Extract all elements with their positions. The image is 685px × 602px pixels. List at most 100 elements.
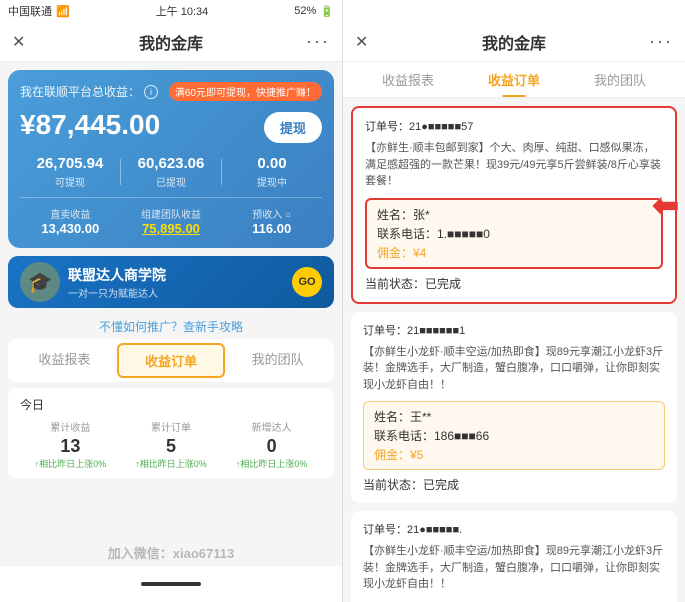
- promo-badge[interactable]: 满60元即可提现，快捷推广赚！: [169, 82, 322, 101]
- watermark-left: 加入微信：xiao67113: [0, 543, 342, 562]
- order-wrapper-1: 订单号：21●■■■■■57 【亦鲜生·顺丰包邮到家】个大、肉厚、纯甜、口感似果…: [351, 106, 677, 304]
- inprogress-amount: 0.00: [222, 155, 322, 172]
- academy-banner[interactable]: 🎓 联盟达人商学院 一对一只为赋能达人 GO: [8, 256, 334, 308]
- order-id-2: 订单号：21■■■■■■1: [363, 322, 665, 338]
- customer-phone-2: 联系电话：186■■■66: [374, 427, 654, 444]
- red-arrow-icon: ⬅: [652, 186, 679, 224]
- order-card-1: 订单号：21●■■■■■57 【亦鲜生·顺丰包邮到家】个大、肉厚、纯甜、口感似果…: [351, 106, 677, 304]
- status-bar-left: 中国联通 📶 上午 10:34 52% 🔋: [0, 0, 342, 22]
- more-menu-left[interactable]: ···: [306, 31, 330, 52]
- commission-1: 佣金：¥4: [377, 244, 651, 261]
- withdraw-button[interactable]: 提现: [264, 112, 322, 143]
- orders-list: 订单号：21●■■■■■57 【亦鲜生·顺丰包邮到家】个大、肉厚、纯甜、口感似果…: [343, 98, 685, 602]
- carrier-text: 中国联通: [8, 3, 52, 19]
- stats-section: 今日 累计收益 13 ↑相比昨日上涨0% 累计订单 5 ↑相比昨日上涨0% 新增…: [8, 388, 334, 478]
- withdrawable-label: 可提现: [20, 174, 120, 189]
- total-amount: ¥87,445.00: [20, 109, 160, 141]
- status-text-2: 当前状态：已完成: [363, 478, 459, 492]
- helper-link-text[interactable]: 新手攻略: [195, 320, 243, 334]
- commission-2: 佣金：¥5: [374, 446, 654, 463]
- direct-val: 13,430.00: [26, 221, 115, 236]
- tab-my-team[interactable]: 我的团队: [225, 343, 330, 378]
- right-tab-orders[interactable]: 收益订单: [461, 62, 567, 97]
- order-desc-2: 【亦鲜生小龙虾·顺丰空运/加热即食】现89元享潮江小龙虾3斤装！金牌选手，大厂制…: [363, 344, 665, 394]
- status-bar-right: [343, 0, 685, 22]
- order-id-3: 订单号：21●■■■■■.: [363, 521, 665, 537]
- earnings-row: 直卖收益 13,430.00 组建团队收益 75,895.00 预收入 ○ 11…: [20, 197, 322, 236]
- inprogress-label: 提现中: [222, 174, 322, 189]
- withdrawable-item: 26,705.94 可提现: [20, 155, 120, 189]
- page-title-left: 我的金库: [139, 30, 203, 54]
- battery-icon: 🔋: [320, 5, 334, 18]
- main-earnings-card: 我在联顺平台总收益： i 满60元即可提现，快捷推广赚！ ¥87,445.00 …: [8, 70, 334, 248]
- customer-name-2: 姓名：王**: [374, 408, 654, 425]
- tab-bar-right: 收益报表 收益订单 我的团队: [343, 62, 685, 98]
- stat-val-2: 0: [221, 436, 322, 457]
- bottom-nav-left: [0, 566, 342, 602]
- stat-cumulative-earnings: 累计收益 13 ↑相比昨日上涨0%: [20, 419, 121, 470]
- stat-change-1: ↑相比昨日上涨0%: [121, 457, 222, 470]
- withdrawn-amount: 60,623.06: [121, 155, 221, 172]
- banner-icon: 🎓: [20, 262, 60, 302]
- stat-cumulative-orders: 累计订单 5 ↑相比昨日上涨0%: [121, 419, 222, 470]
- helper-link: 不懂如何推广？查新手攻略: [0, 318, 342, 335]
- withdrawn-item: 60,623.06 已提现: [121, 155, 221, 189]
- inprogress-item: 0.00 提现中: [222, 155, 322, 189]
- reserved-val: 116.00: [227, 221, 316, 236]
- status-text-1: 当前状态：已完成: [365, 277, 461, 291]
- direct-earnings: 直卖收益 13,430.00: [26, 206, 115, 236]
- page-title-right: 我的金库: [482, 30, 546, 54]
- stat-change-2: ↑相比昨日上涨0%: [221, 457, 322, 470]
- stat-lbl-2: 新增达人: [221, 419, 322, 434]
- stat-val-1: 5: [121, 436, 222, 457]
- left-panel: 中国联通 📶 上午 10:34 52% 🔋 ✕ 我的金库 ··· 我在联顺平台总…: [0, 0, 342, 602]
- stat-new-talent: 新增达人 0 ↑相比昨日上涨0%: [221, 419, 322, 470]
- platform-label: 我在联顺平台总收益：: [20, 83, 140, 100]
- today-label: 今日: [20, 396, 322, 413]
- top-nav-right: ✕ 我的金库 ···: [343, 22, 685, 62]
- order-id-1: 订单号：21●■■■■■57: [365, 118, 663, 134]
- right-tab-team[interactable]: 我的团队: [567, 62, 673, 97]
- battery-display: 52% 🔋: [294, 5, 334, 18]
- team-label: 组建团队收益: [127, 206, 216, 221]
- order-card-2: 订单号：21■■■■■■1 【亦鲜生小龙虾·顺丰空运/加热即食】现89元享潮江小…: [351, 312, 677, 504]
- status-2: 当前状态：已完成: [363, 476, 665, 493]
- banner-subtitle: 一对一只为赋能达人: [68, 285, 166, 300]
- carrier-wifi: 中国联通 📶: [8, 3, 70, 19]
- reserved-earnings: 预收入 ○ 116.00: [227, 206, 316, 236]
- stat-change-0: ↑相比昨日上涨0%: [20, 457, 121, 470]
- customer-info-2: 姓名：王** 联系电话：186■■■66 佣金：¥5: [363, 401, 665, 470]
- wifi-icon: 📶: [56, 5, 70, 18]
- tab-earnings-report[interactable]: 收益报表: [12, 343, 117, 378]
- banner-go-button[interactable]: GO: [292, 267, 322, 297]
- order-desc-1: 【亦鲜生·顺丰包邮到家】个大、肉厚、纯甜、口感似果冻，满足感超强的一款芒果！现3…: [365, 140, 663, 190]
- stat-val-0: 13: [20, 436, 121, 457]
- customer-phone-1: 联系电话：1.■■■■■0: [377, 225, 651, 242]
- more-menu-right[interactable]: ···: [649, 31, 673, 52]
- banner-title: 联盟达人商学院: [68, 265, 166, 285]
- withdrawn-label: 已提现: [121, 174, 221, 189]
- team-earnings: 组建团队收益 75,895.00: [127, 206, 216, 236]
- tab-bar-left: 收益报表 收益订单 我的团队: [8, 339, 334, 382]
- right-tab-report[interactable]: 收益报表: [355, 62, 461, 97]
- stat-lbl-1: 累计订单: [121, 419, 222, 434]
- tab-earnings-orders[interactable]: 收益订单: [117, 343, 226, 378]
- order-desc-3: 【亦鲜生小龙虾·顺丰空运/加热即食】现89元享潮江小龙虾3斤装！金牌选手，大厂制…: [363, 543, 665, 593]
- direct-label: 直卖收益: [26, 206, 115, 221]
- balance-row: 26,705.94 可提现 60,623.06 已提现 0.00 提现中: [20, 155, 322, 189]
- helper-text-pre: 不懂如何推广？查: [99, 320, 195, 334]
- time-display: 上午 10:34: [156, 3, 209, 19]
- reserved-label: 预收入 ○: [227, 206, 316, 221]
- withdrawable-amount: 26,705.94: [20, 155, 120, 172]
- customer-info-1: 姓名：张* 联系电话：1.■■■■■0 佣金：¥4: [365, 198, 663, 269]
- stat-lbl-0: 累计收益: [20, 419, 121, 434]
- close-button-left[interactable]: ✕: [12, 32, 25, 52]
- order-card-3: 订单号：21●■■■■■. 【亦鲜生小龙虾·顺丰空运/加热即食】现89元享潮江小…: [351, 511, 677, 602]
- home-indicator: [141, 582, 201, 586]
- battery-text: 52%: [294, 5, 316, 17]
- close-button-right[interactable]: ✕: [355, 32, 368, 52]
- customer-name-1: 姓名：张*: [377, 206, 651, 223]
- right-panel: ✕ 我的金库 ··· 收益报表 收益订单 我的团队 订单号：21●■■■■■57…: [342, 0, 685, 602]
- info-icon[interactable]: i: [144, 85, 158, 99]
- banner-text-block: 联盟达人商学院 一对一只为赋能达人: [68, 265, 166, 300]
